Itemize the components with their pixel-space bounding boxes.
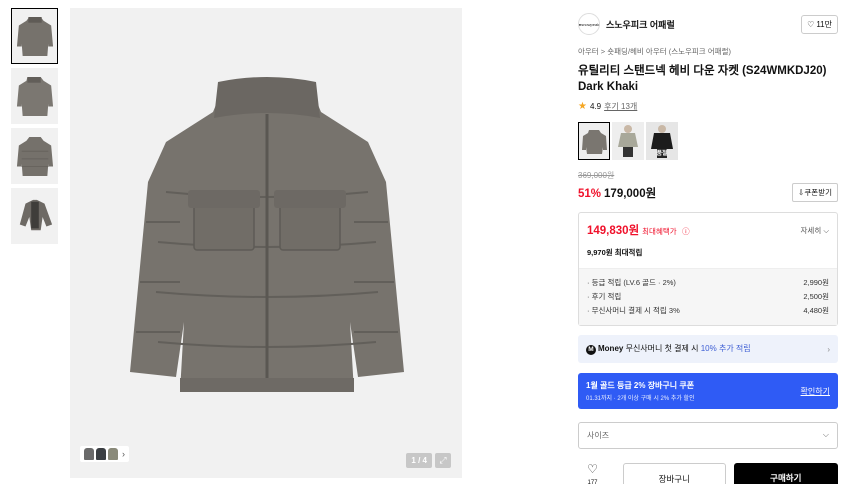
- sale-price: 51% 179,000원: [578, 185, 656, 201]
- chevron-down-icon: ⌵: [823, 225, 829, 235]
- jacket-front-thumb: [16, 17, 53, 56]
- size-select-placeholder: 사이즈: [587, 431, 610, 440]
- cart-button[interactable]: 장바구니: [623, 463, 726, 484]
- coupon-banner[interactable]: 1월 골드 등급 2% 장바구니 쿠폰 01.31까지 · 2개 이상 구매 시…: [578, 373, 838, 409]
- coupon-confirm-link[interactable]: 확인하기: [801, 386, 830, 397]
- info-icon[interactable]: ⓘ: [682, 227, 690, 236]
- color-option-image: [618, 125, 638, 157]
- jacket-side-thumb: [16, 77, 53, 116]
- benefit-box: 149,830원 최대혜택가 ⓘ 자세히 ⌵ 9,970원 최대적립 · 등급 적…: [578, 212, 838, 326]
- swatch-navy[interactable]: [96, 448, 106, 460]
- expand-icon[interactable]: ⤢: [435, 453, 451, 468]
- money-promo-text: M Money 무신사머니 첫 결제 시 10% 추가 적립: [586, 343, 751, 355]
- chevron-right-icon: ›: [122, 449, 125, 459]
- swatch-khaki[interactable]: [108, 448, 118, 460]
- detail-toggle[interactable]: 자세히 ⌵: [801, 225, 829, 236]
- best-price-label: 최대혜택가: [642, 227, 677, 236]
- star-icon: ★: [578, 101, 587, 112]
- thumbnail-3[interactable]: [11, 128, 58, 184]
- color-swatch-selector[interactable]: ›: [80, 446, 129, 462]
- rating: ★ 4.9 후기 13개: [578, 101, 838, 112]
- review-link[interactable]: 후기 13개: [604, 101, 637, 112]
- coupon-button[interactable]: ⇩쿠폰받기: [792, 183, 838, 202]
- brand-name: 스노우피크 어패럴: [606, 19, 675, 30]
- thumbnail-1[interactable]: [11, 8, 58, 64]
- points-row: · 등급 적립 (LV.6 골드 · 2%) 2,990원: [587, 278, 829, 287]
- swatch-gray[interactable]: [84, 448, 94, 460]
- jacket-image: [130, 77, 404, 392]
- points-row: · 무신사머니 결제 시 적립 3% 4,480원: [587, 306, 829, 315]
- brand-row: ●snowpeak 스노우피크 어패럴 ♡ 11만: [578, 12, 838, 36]
- thumbnail-list: [11, 8, 60, 248]
- chevron-down-icon: ⌵: [822, 430, 829, 439]
- money-promo-banner[interactable]: M Money 무신사머니 첫 결제 시 10% 추가 적립 ›: [578, 335, 838, 363]
- main-product-image: › 1 / 4 ⤢: [70, 8, 462, 478]
- color-options: 품절: [578, 122, 838, 160]
- benefit-header: 149,830원 최대혜택가 ⓘ 자세히 ⌵: [579, 213, 837, 247]
- best-price: 149,830원 최대혜택가 ⓘ: [587, 222, 690, 238]
- coupon-banner-subtitle: 01.31까지 · 2개 이상 구매 시 2% 추가 할인: [586, 396, 695, 402]
- best-price-value: 149,830원: [587, 225, 640, 237]
- rating-value: 4.9: [589, 102, 602, 111]
- price-row: 51% 179,000원 ⇩쿠폰받기: [578, 183, 838, 202]
- coupon-banner-title: 1월 골드 등급 2% 장바구니 쿠폰: [586, 381, 695, 390]
- brand-link[interactable]: ●snowpeak 스노우피크 어패럴: [578, 13, 675, 35]
- price-value: 179,000원: [604, 187, 657, 200]
- chevron-right-icon: ›: [827, 344, 830, 354]
- color-option-3[interactable]: 품절: [646, 122, 678, 160]
- brand-like-count: 11만: [816, 19, 832, 29]
- buy-button[interactable]: 구매하기: [733, 463, 839, 484]
- points-total: 9,970원 최대적립: [579, 247, 837, 269]
- brand-like-button[interactable]: ♡ 11만: [801, 14, 838, 34]
- heart-icon: ♡: [587, 462, 598, 476]
- product-info-panel: ●snowpeak 스노우피크 어패럴 ♡ 11만 아우터 > 숏패딩/헤비 아…: [578, 12, 839, 484]
- points-row: · 후기 적립 2,500원: [587, 292, 829, 301]
- sold-out-tag: 품절: [656, 151, 668, 157]
- discount-rate: 51%: [578, 187, 602, 200]
- heart-icon: ♡: [807, 19, 815, 29]
- coupon-banner-text: 1월 골드 등급 2% 장바구니 쿠폰 01.31까지 · 2개 이상 구매 시…: [586, 380, 695, 402]
- breadcrumb[interactable]: 아우터 > 숏패딩/헤비 아우터 (스노우피크 어패럴): [578, 46, 838, 57]
- wishlist-count: 177: [587, 480, 598, 484]
- color-option-2[interactable]: [612, 122, 644, 160]
- purchase-actions: ♡ 177 장바구니 구매하기: [578, 463, 839, 484]
- color-option-1[interactable]: [578, 122, 610, 160]
- size-select[interactable]: 사이즈 ⌵: [578, 422, 838, 449]
- product-title: 유틸리티 스탠드넥 헤비 다운 자켓 (S24WMKDJ20) Dark Kha…: [578, 65, 827, 93]
- thumbnail-4[interactable]: [11, 188, 58, 244]
- money-logo-icon: M: [586, 345, 596, 355]
- image-pager: 1 / 4: [406, 453, 432, 468]
- jacket-open-thumb: [19, 199, 52, 231]
- wishlist-button[interactable]: ♡ 177: [578, 463, 607, 484]
- thumbnail-2[interactable]: [11, 68, 58, 124]
- original-price: 369,000원: [578, 171, 615, 180]
- color-option-image: [582, 130, 607, 154]
- points-list: · 등급 적립 (LV.6 골드 · 2%) 2,990원 · 후기 적립 2,50…: [579, 269, 837, 325]
- jacket-back-thumb: [16, 137, 53, 176]
- brand-logo: ●snowpeak: [578, 13, 600, 35]
